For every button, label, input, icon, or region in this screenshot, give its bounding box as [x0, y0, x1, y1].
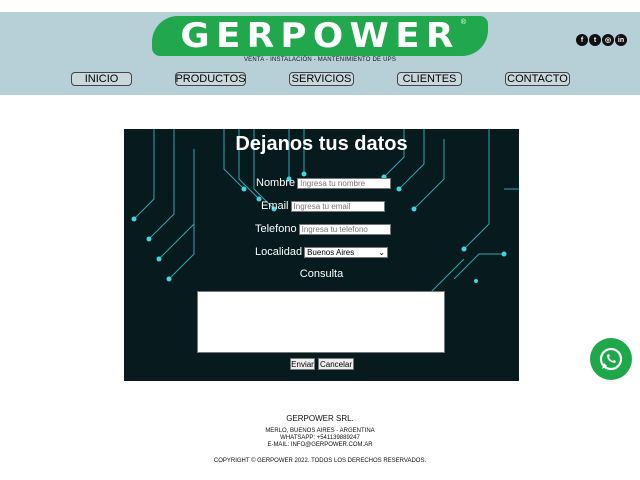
nombre-row: Nombre Ingresa tu nombre — [256, 177, 392, 189]
nav-productos[interactable]: PRODUCTOS — [175, 72, 246, 86]
localidad-select[interactable]: Buenos Aires ⌄ — [304, 246, 389, 258]
instagram-icon[interactable]: ◎ — [602, 34, 614, 46]
footer-email: E-MAIL: INFO@GERPOWER.COM.AR — [267, 442, 373, 448]
nav-clientes[interactable]: CLIENTES — [397, 72, 462, 86]
footer-address: MERLO, BUENOS AIRES - ARGENTINA — [265, 428, 375, 434]
footer-company: GERPOWER SRL. — [286, 414, 354, 423]
gerpower-logo[interactable]: GERPOWER ® — [152, 16, 488, 56]
consulta-label: Consulta — [299, 268, 344, 280]
logo-text: GERPOWER — [180, 16, 460, 56]
tagline: VENTA - INSTALACIÓN - MANTENIMIENTO DE U… — [243, 57, 397, 63]
social-links: f t ◎ in — [576, 34, 627, 46]
footer-whatsapp: WHATSAPP: +541139889247 — [280, 435, 360, 441]
consulta-textarea[interactable] — [197, 291, 445, 353]
site-header: GERPOWER ® VENTA - INSTALACIÓN - MANTENI… — [0, 12, 640, 95]
localidad-row: Localidad Buenos Aires ⌄ — [255, 246, 389, 258]
form-title: Dejanos tus datos — [235, 133, 408, 155]
contact-form: Dejanos tus datos Nombre Ingresa tu nomb… — [124, 129, 519, 381]
nombre-label: Nombre — [256, 177, 296, 189]
linkedin-icon[interactable]: in — [615, 34, 627, 46]
cancelar-button[interactable]: Cancelar — [318, 358, 354, 370]
twitter-icon[interactable]: t — [589, 34, 601, 46]
email-label: Email — [261, 200, 289, 212]
telefono-input[interactable]: Ingresa tu telefono — [298, 223, 391, 235]
enviar-button[interactable]: Enviar — [290, 358, 315, 370]
email-input[interactable]: Ingresa tu email — [290, 200, 385, 212]
footer-copyright: COPYRIGHT © GERPOWER 2022. TODOS LOS DER… — [213, 458, 427, 464]
localidad-label: Localidad — [255, 246, 303, 258]
telefono-row: Telefono Ingresa tu telefono — [255, 223, 391, 235]
telefono-label: Telefono — [255, 223, 297, 235]
whatsapp-button[interactable] — [590, 338, 632, 380]
email-row: Email Ingresa tu email — [261, 200, 385, 212]
chevron-down-icon: ⌄ — [378, 247, 386, 257]
nav-contacto[interactable]: CONTACTO — [505, 72, 570, 86]
nombre-input[interactable]: Ingresa tu nombre — [297, 177, 392, 189]
nav-inicio[interactable]: INICIO — [71, 72, 132, 86]
nav-servicios[interactable]: SERVICIOS — [289, 72, 354, 86]
localidad-value: Buenos Aires — [307, 247, 355, 257]
whatsapp-icon — [599, 347, 623, 371]
main-nav: INICIO PRODUCTOS SERVICIOS CLIENTES CONT… — [0, 72, 640, 88]
facebook-icon[interactable]: f — [576, 34, 588, 46]
registered-mark: ® — [460, 19, 466, 26]
